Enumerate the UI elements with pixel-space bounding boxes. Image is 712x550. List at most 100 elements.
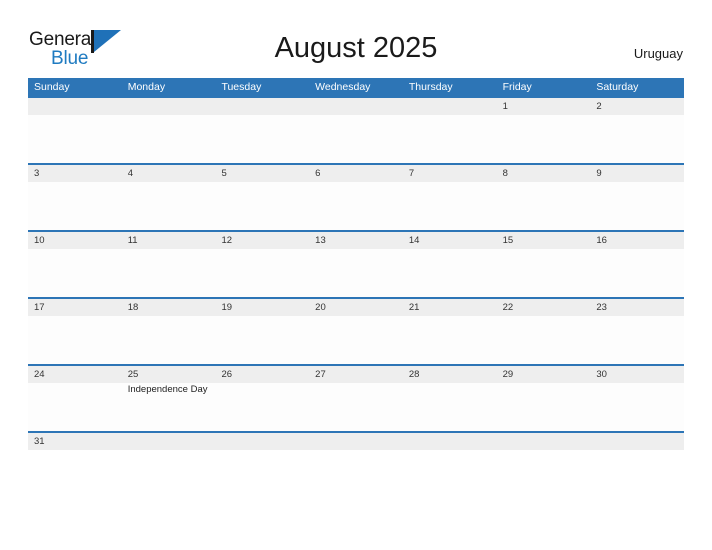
week-number-band: 10 11 12 13 14 15 16 (28, 232, 684, 249)
day-number[interactable] (309, 433, 403, 450)
page-header: General Blue August 2025 Uruguay (0, 0, 712, 78)
day-cell[interactable] (590, 182, 684, 230)
calendar-grid: Sunday Monday Tuesday Wednesday Thursday… (28, 78, 684, 450)
day-number[interactable]: 29 (497, 366, 591, 383)
day-number[interactable] (122, 433, 216, 450)
day-number[interactable]: 19 (215, 299, 309, 316)
day-number[interactable] (215, 98, 309, 115)
day-number[interactable] (309, 98, 403, 115)
day-number[interactable]: 25 (122, 366, 216, 383)
location-label: Uruguay (633, 46, 683, 61)
day-number[interactable]: 9 (590, 165, 684, 182)
day-number[interactable]: 6 (309, 165, 403, 182)
day-number[interactable]: 15 (497, 232, 591, 249)
day-name-wednesday: Wednesday (315, 81, 371, 93)
day-number[interactable]: 30 (590, 366, 684, 383)
day-cell[interactable] (28, 115, 122, 163)
day-number[interactable] (403, 98, 497, 115)
day-number[interactable]: 13 (309, 232, 403, 249)
day-cell[interactable] (590, 115, 684, 163)
day-cell[interactable] (28, 316, 122, 364)
day-cell[interactable] (403, 182, 497, 230)
day-number[interactable]: 10 (28, 232, 122, 249)
day-cell[interactable] (28, 182, 122, 230)
day-number[interactable]: 11 (122, 232, 216, 249)
day-name-thursday: Thursday (408, 81, 453, 93)
day-cell[interactable] (403, 383, 497, 431)
day-number[interactable]: 20 (309, 299, 403, 316)
day-number[interactable]: 1 (497, 98, 591, 115)
day-cell[interactable] (215, 316, 309, 364)
calendar-page: General Blue August 2025 Uruguay Sunday … (0, 0, 712, 550)
day-cell[interactable] (215, 115, 309, 163)
day-cell[interactable] (590, 249, 684, 297)
week-row: 31 (28, 431, 684, 450)
week-row: 3 4 5 6 7 8 9 (28, 163, 684, 230)
week-number-band: 1 2 (28, 98, 684, 115)
week-row: 1 2 (28, 96, 684, 163)
day-number[interactable]: 26 (215, 366, 309, 383)
day-number[interactable]: 14 (403, 232, 497, 249)
week-row: 10 11 12 13 14 15 16 (28, 230, 684, 297)
day-cell[interactable] (403, 316, 497, 364)
day-cell[interactable] (403, 249, 497, 297)
day-cell[interactable] (122, 249, 216, 297)
day-cell[interactable] (122, 115, 216, 163)
day-number[interactable]: 3 (28, 165, 122, 182)
week-row: 17 18 19 20 21 22 23 (28, 297, 684, 364)
day-name-tuesday: Tuesday (221, 81, 262, 93)
day-cell[interactable] (28, 249, 122, 297)
day-cell[interactable] (497, 249, 591, 297)
day-number[interactable]: 24 (28, 366, 122, 383)
day-cell[interactable] (590, 383, 684, 431)
week-number-band: 24 25 26 27 28 29 30 (28, 366, 684, 383)
day-cell[interactable] (590, 316, 684, 364)
day-number[interactable]: 18 (122, 299, 216, 316)
day-number[interactable]: 16 (590, 232, 684, 249)
day-cell[interactable] (403, 115, 497, 163)
day-number[interactable]: 27 (309, 366, 403, 383)
day-number[interactable]: 17 (28, 299, 122, 316)
day-number[interactable] (497, 433, 591, 450)
day-number[interactable]: 28 (403, 366, 497, 383)
day-number[interactable] (122, 98, 216, 115)
day-number[interactable]: 4 (122, 165, 216, 182)
day-number[interactable]: 22 (497, 299, 591, 316)
day-cell[interactable]: Independence Day (122, 383, 216, 431)
day-number[interactable] (215, 433, 309, 450)
day-cell[interactable] (309, 115, 403, 163)
day-name-friday: Friday (502, 81, 532, 93)
day-cell[interactable] (309, 182, 403, 230)
day-number[interactable] (28, 98, 122, 115)
day-name-saturday: Saturday (596, 81, 639, 93)
week-number-band: 17 18 19 20 21 22 23 (28, 299, 684, 316)
day-cell[interactable] (497, 383, 591, 431)
day-number[interactable]: 21 (403, 299, 497, 316)
day-number[interactable] (590, 433, 684, 450)
day-cell[interactable] (497, 182, 591, 230)
day-cell[interactable] (215, 182, 309, 230)
day-number[interactable]: 5 (215, 165, 309, 182)
day-cell[interactable] (28, 383, 122, 431)
day-cell[interactable] (122, 316, 216, 364)
event-label: Independence Day (127, 384, 208, 395)
day-cell[interactable] (215, 383, 309, 431)
day-number[interactable]: 8 (497, 165, 591, 182)
day-cell[interactable] (309, 249, 403, 297)
day-cell[interactable] (309, 383, 403, 431)
day-cell[interactable] (122, 182, 216, 230)
day-cell[interactable] (497, 316, 591, 364)
day-number[interactable]: 31 (28, 433, 122, 450)
day-cell[interactable] (215, 249, 309, 297)
week-event-band (28, 182, 684, 230)
day-cell[interactable] (497, 115, 591, 163)
week-row: 24 25 26 27 28 29 30 Independence Day (28, 364, 684, 431)
day-name-header-row: Sunday Monday Tuesday Wednesday Thursday… (28, 78, 684, 96)
day-number[interactable]: 2 (590, 98, 684, 115)
day-number[interactable]: 12 (215, 232, 309, 249)
day-number[interactable]: 23 (590, 299, 684, 316)
day-number[interactable] (403, 433, 497, 450)
week-event-band (28, 115, 684, 163)
day-cell[interactable] (309, 316, 403, 364)
day-number[interactable]: 7 (403, 165, 497, 182)
